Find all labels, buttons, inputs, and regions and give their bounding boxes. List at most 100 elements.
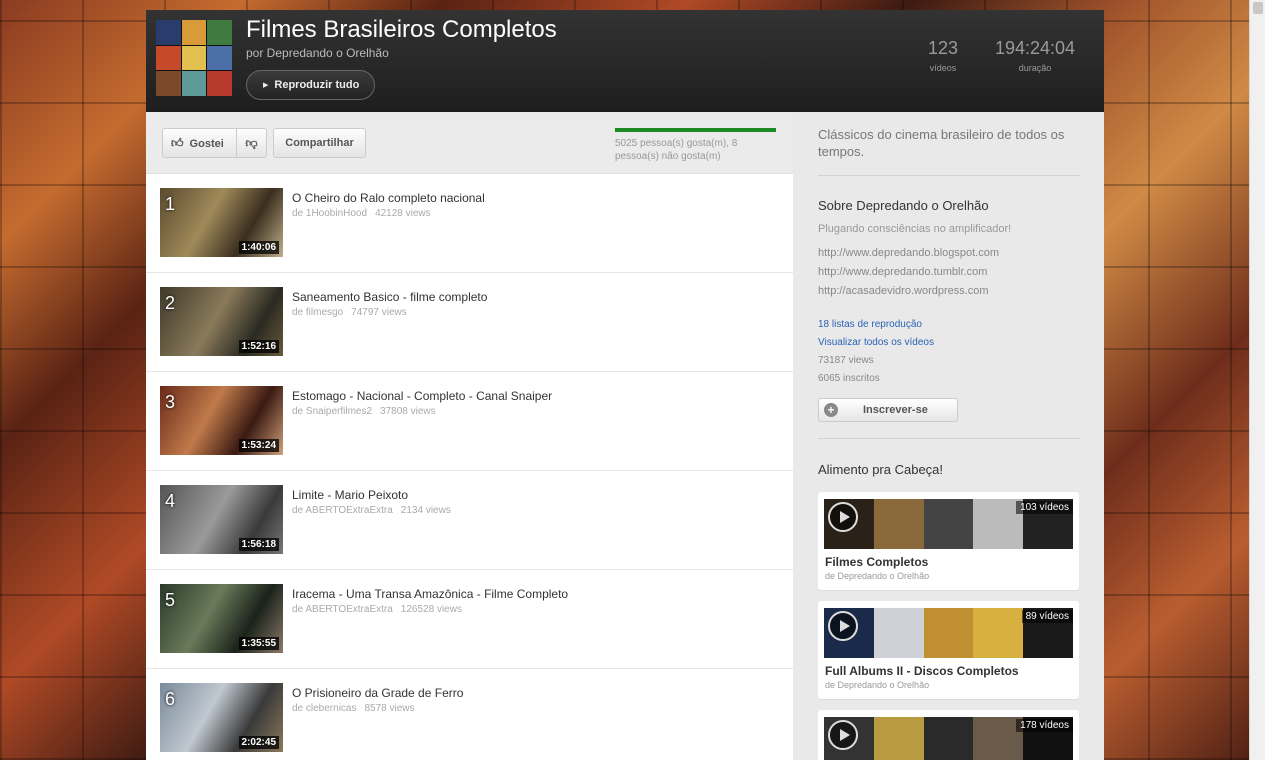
video-channel[interactable]: de ABERTOExtraExtra <box>292 604 393 615</box>
video-thumbnail[interactable]: 2 1:52:16 <box>160 287 283 356</box>
play-icon: ▶ <box>263 82 269 89</box>
playlist-card-count: 89 vídeos <box>1021 610 1073 623</box>
video-meta: de ABERTOExtraExtra 126528 views <box>292 604 462 615</box>
video-channel[interactable]: de filmesgo <box>292 307 343 318</box>
video-duration: 1:53:24 <box>238 439 279 452</box>
video-title[interactable]: Saneamento Basico - filme completo <box>292 290 487 304</box>
playlists-link[interactable]: 18 listas de reprodução <box>818 319 922 330</box>
play-icon <box>828 611 858 641</box>
video-list-item[interactable]: 3 1:53:24 Estomago - Nacional - Completo… <box>146 372 793 471</box>
playlist-card-count: 103 vídeos <box>1016 501 1073 514</box>
play-icon <box>828 720 858 750</box>
video-list-item[interactable]: 5 1:35:55 Iracema - Uma Transa Amazônica… <box>146 570 793 669</box>
video-views: 8578 views <box>364 703 415 714</box>
playlist-card-author: de Depredando o Orelhão <box>825 571 930 581</box>
video-index: 3 <box>165 392 176 412</box>
video-channel[interactable]: de 1HoobinHood <box>292 208 367 219</box>
video-meta: de ABERTOExtraExtra 2134 views <box>292 505 451 516</box>
playlist-title: Filmes Brasileiros Completos <box>246 16 557 43</box>
playlist-card[interactable]: 178 vídeos <box>818 710 1079 760</box>
video-index: 1 <box>165 194 176 214</box>
video-channel[interactable]: de ABERTOExtraExtra <box>292 505 393 516</box>
playlist-card[interactable]: 103 vídeos Filmes Completos de Depredand… <box>818 492 1079 590</box>
thumbs-up-icon: 👍︎ <box>171 136 184 150</box>
channel-link[interactable]: http://www.depredando.blogspot.com <box>818 247 999 259</box>
page-scrollbar[interactable] <box>1249 0 1265 760</box>
play-all-button[interactable]: ▶ Reproduzir tudo <box>246 70 376 100</box>
all-videos-link[interactable]: Visualizar todos os vídeos <box>818 337 934 348</box>
video-list-item[interactable]: 1 1:40:06 O Cheiro do Ralo completo naci… <box>146 174 793 273</box>
channel-subscribers: 6065 inscritos <box>818 373 880 384</box>
play-icon <box>828 502 858 532</box>
video-meta: de Snaiperfilmes2 37808 views <box>292 406 436 417</box>
subscribe-label: Inscrever-se <box>863 404 928 416</box>
like-label: Gostei <box>189 138 224 150</box>
video-meta: de clebernicas 8578 views <box>292 703 415 714</box>
videos-count-stat: 123 vídeos <box>918 38 968 73</box>
plus-icon: + <box>824 403 838 417</box>
video-thumbnail[interactable]: 1 1:40:06 <box>160 188 283 257</box>
video-meta: de filmesgo 74797 views <box>292 307 407 318</box>
duration-stat: 194:24:04 duração <box>993 38 1077 73</box>
playlist-card-title[interactable]: Filmes Completos <box>825 555 928 569</box>
video-thumbnail[interactable]: 6 2:02:45 <box>160 683 283 752</box>
video-index: 2 <box>165 293 176 313</box>
video-views: 2134 views <box>400 505 451 516</box>
video-list-item[interactable]: 4 1:56:18 Limite - Mario Peixoto de ABER… <box>146 471 793 570</box>
videos-count-label: vídeos <box>929 63 957 73</box>
video-title[interactable]: Limite - Mario Peixoto <box>292 488 408 502</box>
channel-tagline: Plugando consciências no amplificador! <box>818 223 1012 235</box>
video-title[interactable]: O Prisioneiro da Grade de Ferro <box>292 686 463 700</box>
channel-views: 73187 views <box>818 355 874 366</box>
divider <box>818 175 1080 176</box>
subscribe-button[interactable]: + Inscrever-se <box>818 398 958 422</box>
video-index: 5 <box>165 590 176 610</box>
video-channel[interactable]: de clebernicas <box>292 703 356 714</box>
scrollbar-thumb[interactable] <box>1253 2 1263 14</box>
videos-count: 123 <box>927 38 959 58</box>
playlist-card-title[interactable]: Full Albums II - Discos Completos <box>825 664 1019 678</box>
divider <box>818 438 1080 439</box>
video-duration: 1:35:55 <box>238 637 279 650</box>
video-title[interactable]: Estomago - Nacional - Completo - Canal S… <box>292 389 552 403</box>
video-list-item[interactable]: 6 2:02:45 O Prisioneiro da Grade de Ferr… <box>146 669 793 760</box>
video-index: 6 <box>165 689 176 709</box>
video-title[interactable]: Iracema - Uma Transa Amazônica - Filme C… <box>292 587 568 601</box>
like-ratio-text: 5025 pessoa(s) gosta(m), 8 pessoa(s) não… <box>615 138 738 162</box>
share-button[interactable]: Compartilhar <box>273 128 366 158</box>
video-index: 4 <box>165 491 176 511</box>
video-duration: 1:56:18 <box>238 538 279 551</box>
video-list-panel: 👍︎ Gostei 👎︎ Compartilhar 5025 pessoa(s) … <box>146 112 793 760</box>
video-views: 37808 views <box>380 406 436 417</box>
video-thumbnail[interactable]: 4 1:56:18 <box>160 485 283 554</box>
playlist-header: Filmes Brasileiros Completos por Depreda… <box>146 10 1104 112</box>
playlist-card-count: 178 vídeos <box>1016 719 1073 732</box>
video-channel[interactable]: de Snaiperfilmes2 <box>292 406 372 417</box>
actions-bar: 👍︎ Gostei 👎︎ Compartilhar 5025 pessoa(s) … <box>146 112 793 174</box>
video-duration: 1:52:16 <box>238 340 279 353</box>
channel-link[interactable]: http://acasadevidro.wordpress.com <box>818 285 989 297</box>
dislike-button[interactable]: 👎︎ <box>237 128 267 158</box>
about-heading: Sobre Depredando o Orelhão <box>818 198 989 213</box>
section-heading: Alimento pra Cabeça! <box>818 462 944 477</box>
playlist-thumbnail-grid <box>156 20 232 96</box>
video-meta: de 1HoobinHood 42128 views <box>292 208 431 219</box>
video-thumbnail[interactable]: 5 1:35:55 <box>160 584 283 653</box>
play-all-label: Reproduzir tudo <box>274 79 360 91</box>
playlist-card-author: de Depredando o Orelhão <box>825 680 930 690</box>
playlist-duration: 194:24:04 <box>994 38 1076 58</box>
playlist-card[interactable]: 89 vídeos Full Albums II - Discos Comple… <box>818 601 1079 699</box>
video-title[interactable]: O Cheiro do Ralo completo nacional <box>292 191 485 205</box>
video-thumbnail[interactable]: 3 1:53:24 <box>160 386 283 455</box>
like-button[interactable]: 👍︎ Gostei <box>162 128 237 158</box>
sidebar: Clássicos do cinema brasileiro de todos … <box>793 112 1104 760</box>
video-views: 126528 views <box>400 604 462 615</box>
video-views: 74797 views <box>351 307 407 318</box>
playlist-author[interactable]: por Depredando o Orelhão <box>246 46 389 60</box>
video-duration: 1:40:06 <box>238 241 279 254</box>
video-list-item[interactable]: 2 1:52:16 Saneamento Basico - filme comp… <box>146 273 793 372</box>
channel-link[interactable]: http://www.depredando.tumblr.com <box>818 266 987 278</box>
duration-label: duração <box>1018 63 1052 73</box>
like-ratio-bar <box>615 128 776 132</box>
playlist-description: Clássicos do cinema brasileiro de todos … <box>818 127 1065 159</box>
